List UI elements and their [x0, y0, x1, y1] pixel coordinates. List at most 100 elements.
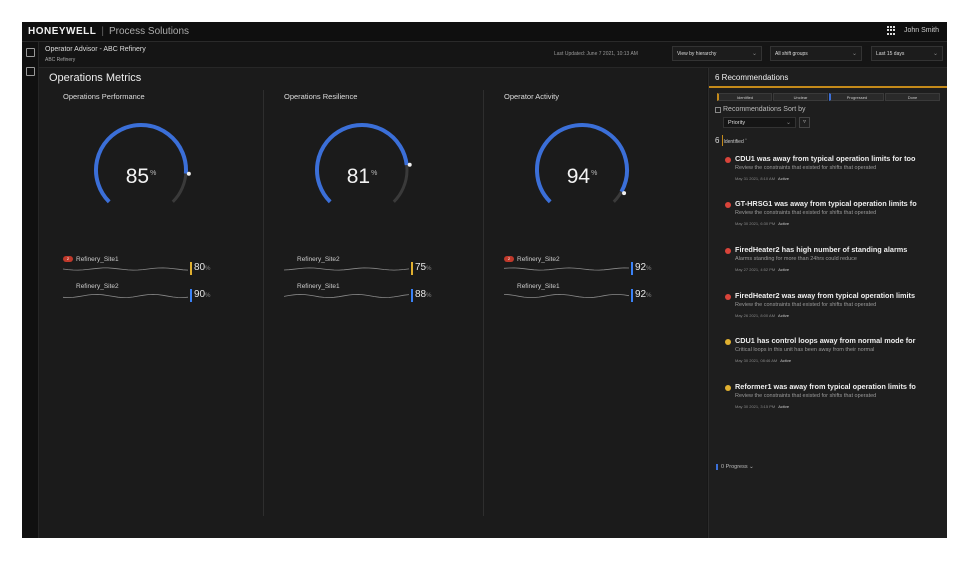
recommendation-item[interactable]: FiredHeater2 was away from typical opera… [725, 291, 945, 331]
metric-column-performance: Operations Performance 85% 2 Refinery_Si… [43, 90, 262, 516]
recommendation-description: Review the constraints that existed for … [735, 302, 877, 308]
recommendation-title: CDU1 has control loops away from normal … [735, 336, 916, 345]
site-value: 92% [635, 289, 652, 300]
shift-groups-dropdown[interactable]: All shift groups ⌄ [770, 46, 862, 61]
recommendation-date: May 27 2021, 4:52 PM [735, 267, 776, 272]
top-right-group: John Smith [886, 26, 939, 35]
hierarchy-icon[interactable] [26, 48, 35, 57]
site-name: Refinery_Site2 [297, 256, 340, 263]
status-badge: Active [778, 404, 790, 409]
sparkline-path [504, 267, 630, 271]
recommendation-date: May 26 2021, 8:00 AM [735, 313, 776, 318]
app-window: HONEYWELL | Process Solutions John Smith… [22, 22, 947, 538]
gauge-value: 94% [566, 165, 598, 188]
sort-dropdown[interactable]: Priority ⌄ [723, 117, 796, 128]
sparkline [504, 293, 630, 299]
severity-dot-icon [725, 294, 731, 300]
sort-icon [715, 107, 721, 113]
severity-dot-icon [725, 202, 731, 208]
gauge[interactable]: 81% [302, 110, 422, 220]
gauge[interactable]: 85% [81, 110, 201, 220]
filter-icon[interactable]: ▿ [799, 117, 810, 128]
identified-group-header[interactable]: 6 Identified ˆ [715, 136, 747, 145]
chevron-down-icon: ⌄ [751, 51, 757, 57]
site-name: Refinery_Site1 [517, 283, 560, 290]
sparkline [284, 267, 410, 271]
recommendation-meta: May 30 2021, 08:46 AM Active [735, 358, 791, 363]
recommendation-item[interactable]: GT-HRSG1 was away from typical operation… [725, 199, 945, 239]
recommendation-item[interactable]: FiredHeater2 has high number of standing… [725, 245, 945, 285]
brand-separator: | [101, 26, 104, 37]
recommendation-item[interactable]: CDU1 has control loops away from normal … [725, 336, 945, 376]
chevron-down-icon: ⌄ [749, 464, 754, 470]
sort-value: Priority [728, 120, 746, 126]
tab-identified[interactable]: Identified [717, 93, 772, 101]
app-grid-icon[interactable] [886, 26, 896, 35]
identified-count: 6 [715, 136, 720, 145]
recommendation-title: GT-HRSG1 was away from typical operation… [735, 199, 917, 208]
site-row[interactable]: Refinery_Site2 75% [284, 256, 479, 280]
site-row[interactable]: Refinery_Site1 88% [284, 283, 479, 307]
sub-header: Operator Advisor - ABC Refinery ABC Refi… [39, 42, 947, 68]
date-range-value: Last 15 days [876, 51, 905, 57]
recommendation-description: Alarms standing for more than 24hrs coul… [735, 256, 857, 262]
metric-column-resilience: Operations Resilience 81% Refinery_Site2… [263, 90, 482, 516]
metrics-title: Operations Metrics [49, 72, 142, 84]
tab-unclear[interactable]: Unclear [773, 93, 828, 101]
sort-label: Recommendations Sort by [723, 106, 806, 113]
status-bar [190, 289, 192, 302]
gauge[interactable]: 94% [522, 110, 642, 220]
product-name: Process Solutions [109, 26, 190, 37]
recommendation-date: May 30 2021, 6:30 PM [735, 221, 776, 226]
sparkline-path [63, 267, 189, 271]
gauge-marker [622, 191, 627, 196]
site-value: 90% [194, 289, 211, 300]
severity-dot-icon [725, 248, 731, 254]
sparkline-path [284, 293, 410, 299]
status-badge: Active [778, 176, 789, 181]
alert-badge: 2 [63, 256, 73, 262]
site-name: Refinery_Site1 [297, 283, 340, 290]
view-hierarchy-value: View by hierarchy [677, 51, 717, 57]
tab-progressed[interactable]: Progressed [829, 93, 884, 101]
status-badge: Active [778, 267, 790, 272]
recommendation-description: Review the constraints that existed for … [735, 210, 877, 216]
breadcrumb: ABC Refinery [45, 57, 76, 63]
recommendation-item[interactable]: Reformer1 was away from typical operatio… [725, 382, 945, 422]
recommendation-description: Review the constraints that existed for … [735, 165, 877, 171]
gauge-fill [535, 123, 629, 204]
status-badge: Active [778, 313, 789, 318]
gauge-fill [94, 123, 188, 204]
sparkline-path [284, 267, 410, 271]
site-value: 80% [194, 262, 211, 273]
recommendation-description: Critical loops in this unit has been awa… [735, 347, 875, 353]
recommendation-meta: May 31 2021, 8:10 AM Active [735, 176, 789, 181]
top-bar: HONEYWELL | Process Solutions John Smith [22, 22, 947, 42]
site-row[interactable]: 2 Refinery_Site2 92% [504, 256, 699, 280]
status-badge: Active [780, 358, 792, 363]
identified-accent [722, 135, 723, 146]
recommendation-date: May 30 2021, 3:15 PM [735, 404, 776, 409]
sparkline-path [504, 293, 630, 299]
tree-icon[interactable] [26, 67, 35, 76]
site-value: 92% [635, 262, 652, 273]
chevron-down-icon: ⌄ [932, 51, 938, 57]
site-row[interactable]: Refinery_Site2 90% [63, 283, 258, 307]
progress-group-header[interactable]: 0 Progress ⌄ [716, 464, 754, 470]
recommendation-item[interactable]: CDU1 was away from typical operation lim… [725, 154, 945, 194]
site-name: Refinery_Site1 [76, 256, 119, 263]
sparkline [284, 293, 410, 299]
metric-column-activity: Operator Activity 94% 2 Refinery_Site2 9… [483, 90, 702, 516]
sparkline [504, 267, 630, 271]
site-row[interactable]: Refinery_Site1 92% [504, 283, 699, 307]
view-hierarchy-dropdown[interactable]: View by hierarchy ⌄ [672, 46, 762, 61]
user-name[interactable]: John Smith [904, 27, 939, 34]
site-row[interactable]: 2 Refinery_Site1 80% [63, 256, 258, 280]
recommendation-meta: May 30 2021, 3:15 PM Active [735, 404, 789, 409]
tab-done[interactable]: Done [885, 93, 940, 101]
shift-groups-value: All shift groups [775, 51, 808, 57]
status-bar [631, 262, 633, 275]
progress-label: 0 Progress [721, 464, 748, 470]
sparkline [63, 293, 189, 299]
date-range-dropdown[interactable]: Last 15 days ⌄ [871, 46, 943, 61]
